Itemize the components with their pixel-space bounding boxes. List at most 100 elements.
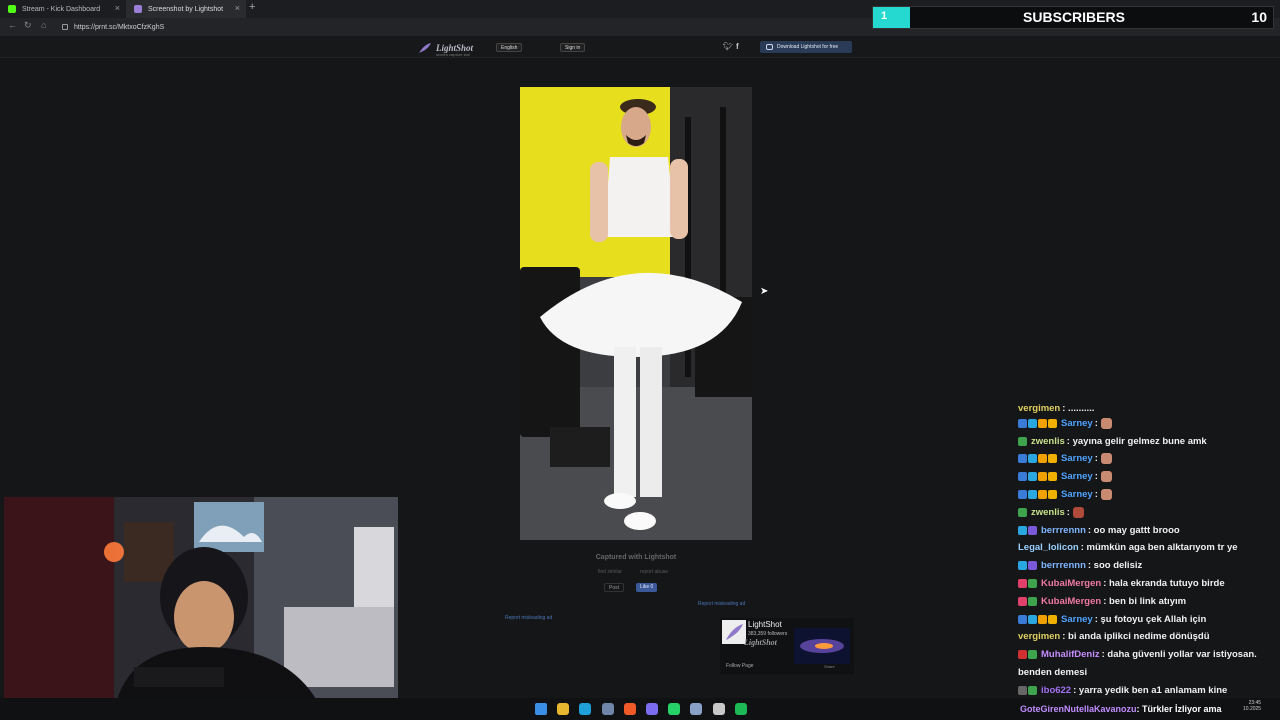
chat-badge-icon <box>1018 472 1027 482</box>
discord-icon[interactable] <box>646 703 658 715</box>
chat-username[interactable]: Sarney <box>1061 418 1093 429</box>
chat-text: : <box>1094 489 1098 500</box>
chat-badge-icon <box>1028 525 1037 535</box>
chat-username[interactable]: Sarney <box>1061 453 1093 464</box>
whatsapp-icon[interactable] <box>668 703 681 715</box>
signin-button[interactable]: Sign in <box>560 43 586 52</box>
chat-message: KubaiMergen: hala ekranda tutuyo birde <box>1018 578 1225 589</box>
chat-username[interactable]: MuhalifDeniz <box>1041 649 1100 660</box>
clock-date: 10.2025 <box>1243 706 1262 712</box>
windows-start-icon[interactable] <box>535 703 547 715</box>
chat-badge-icon <box>1048 472 1057 482</box>
url-field[interactable]: https://prnt.sc/MktxoCfzKghS <box>62 20 164 34</box>
system-clock[interactable]: 23:45 10.2025 <box>1243 700 1261 712</box>
chat-username[interactable]: ibo622 <box>1041 685 1071 696</box>
subscribers-label: SUBSCRIBERS <box>1023 9 1125 25</box>
chat-badge-icon <box>1048 418 1057 428</box>
chat-text: : <box>1066 506 1070 518</box>
report-ad-link-2[interactable]: Report misleading ad <box>505 615 552 621</box>
reload-icon[interactable]: ↻ <box>24 20 32 31</box>
back-icon[interactable]: ← <box>8 20 17 30</box>
close-icon[interactable]: × <box>235 3 240 13</box>
chat-badge-icon <box>1038 418 1047 428</box>
chat-username[interactable]: Sarney <box>1061 471 1093 482</box>
chat-username[interactable]: berrrennn <box>1041 525 1086 536</box>
chat-username[interactable]: vergimen <box>1018 631 1060 642</box>
chat-username[interactable]: Legal_lolicon <box>1018 542 1079 553</box>
twitter-icon[interactable]: 🐦︎ <box>723 42 733 51</box>
fb-follow-page-button[interactable]: Follow Page <box>726 663 754 669</box>
tab-kick-dashboard[interactable]: Stream - Kick Dashboard × <box>0 0 126 18</box>
chat-username[interactable]: KubaiMergen <box>1041 596 1101 607</box>
chat-badge-icon <box>1028 472 1037 482</box>
obs-icon[interactable] <box>712 703 725 715</box>
chat-text: : <box>1094 471 1098 483</box>
chat-emote-icon <box>1100 453 1112 465</box>
chat-message: MuhalifDeniz: daha güvenli yollar var is… <box>1018 649 1257 660</box>
facebook-icon[interactable]: f <box>736 42 739 51</box>
ticker-text: : Türkler İzliyor ama <box>1136 704 1222 714</box>
chat-badge-icon <box>1018 650 1027 660</box>
chat-message: benden demesi <box>1018 667 1087 678</box>
spotify-icon[interactable] <box>734 703 747 715</box>
fb-followers: 383,359 followers <box>748 631 788 637</box>
close-icon[interactable]: × <box>115 3 120 13</box>
chat-message: ibo622: yarra yedik ben a1 anlamam kine <box>1018 685 1227 696</box>
new-tab-icon[interactable]: + <box>249 1 255 13</box>
download-lightshot-button[interactable]: Download Lightshot for free <box>760 41 852 53</box>
file-explorer-icon[interactable] <box>557 703 570 715</box>
chat-badge-icon <box>1038 490 1047 499</box>
edge-browser-icon[interactable] <box>579 703 592 715</box>
home-icon[interactable]: ⌂ <box>41 20 46 30</box>
language-select[interactable]: English <box>496 43 523 52</box>
chat-message: vergimen: .......... <box>1018 404 1094 414</box>
brave-browser-icon[interactable] <box>623 703 636 715</box>
find-similar-link[interactable]: find similar <box>598 569 622 575</box>
tab-label: Stream - Kick Dashboard <box>22 5 101 13</box>
chat-message: Sarney: <box>1018 471 1112 483</box>
chat-message: zwenlis: <box>1018 506 1084 518</box>
chat-badges <box>1018 561 1038 571</box>
captured-with-lightshot: Captured with Lightshot <box>595 554 677 561</box>
lightshot-favicon-icon <box>134 5 142 13</box>
report-abuse-link[interactable]: report abuse <box>640 569 668 575</box>
chat-badge-icon <box>1018 418 1027 428</box>
settings-icon[interactable] <box>690 703 703 715</box>
chat-badges <box>1018 454 1058 464</box>
like-button[interactable]: Like 0 <box>636 583 658 592</box>
chat-username[interactable]: Sarney <box>1061 614 1093 625</box>
steam-icon[interactable] <box>601 703 614 715</box>
fb-share-button[interactable]: Share <box>824 664 835 669</box>
chat-badges <box>1018 685 1038 695</box>
subscribers-goal-bar: SUBSCRIBERS 1 10 <box>872 6 1274 29</box>
lightshot-header <box>0 36 1280 58</box>
chat-username[interactable]: zwenlis <box>1031 436 1065 447</box>
chat-username[interactable]: KubaiMergen <box>1041 578 1101 589</box>
chat-username[interactable]: zwenlis <box>1031 507 1065 518</box>
kick-favicon-icon <box>8 5 16 13</box>
chat-badge-icon <box>1018 436 1027 446</box>
chat-username[interactable]: Sarney <box>1061 489 1093 500</box>
report-ad-link[interactable]: Report misleading ad <box>698 601 745 607</box>
chat-text: : soo delisiz <box>1087 560 1143 572</box>
chat-badge-icon <box>1028 561 1037 571</box>
chat-text: : daha güvenli yollar var istiyosan. <box>1101 649 1257 661</box>
screenshot-image[interactable] <box>520 87 752 540</box>
chat-username[interactable]: vergimen <box>1018 404 1060 414</box>
chat-badge-icon <box>1038 472 1047 482</box>
streamer-webcam <box>4 497 398 714</box>
chat-message: KubaiMergen: ben bi link atıyım <box>1018 596 1186 607</box>
chat-username[interactable]: berrrennn <box>1041 560 1086 571</box>
chat-ticker: GoteGirenNutellaKavanozu: Türkler İzliyo… <box>1020 704 1222 714</box>
chat-badge-icon <box>1028 650 1037 660</box>
download-label: Download Lightshot for free <box>777 44 839 50</box>
feather-icon <box>419 43 431 53</box>
chat-badge-icon <box>1018 579 1027 588</box>
chat-badge-icon <box>1018 490 1027 499</box>
post-button[interactable]: Post <box>604 583 625 592</box>
facebook-page-widget[interactable]: LightShot 383,359 followers LightShot Fo… <box>720 618 854 674</box>
tab-lightshot[interactable]: Screenshot by Lightshot × <box>126 0 246 18</box>
chat-badges <box>1018 418 1058 428</box>
lightshot-logo[interactable]: LightShot screen capture tool <box>418 39 498 57</box>
chat-text: : <box>1094 417 1098 429</box>
